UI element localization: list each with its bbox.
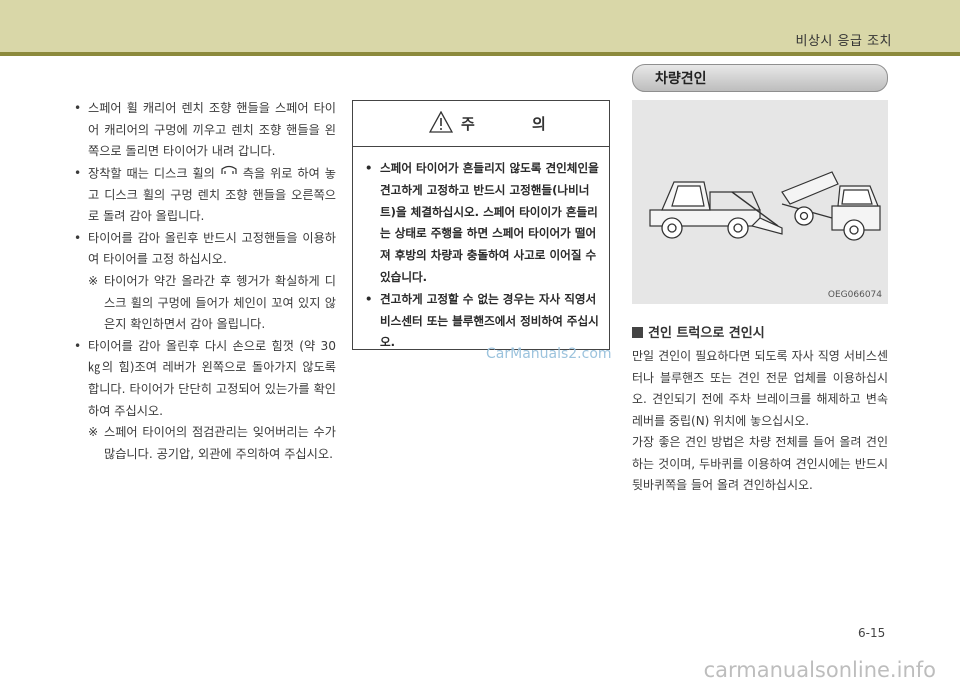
header-rule [0, 52, 960, 56]
tow-truck-illustration [649, 171, 881, 241]
bullet: • [365, 161, 373, 175]
left-column: • 스페어 휠 캐리어 렌치 조향 핸들을 스페어 타이어 캐리어의 구멍에 끼… [74, 98, 336, 465]
note-text: 스페어 타이어의 점검관리는 잊어버리는 수가 많습니다. 공기압, 외관에 주… [104, 425, 336, 461]
subsection-heading: 견인 트럭으로 견인시 [632, 322, 765, 341]
square-bullet-icon [632, 327, 643, 338]
tow-truck-figure: OEG066074 [632, 100, 888, 304]
caution-text: 견고하게 고정할 수 없는 경우는 자사 직영서비스센터 또는 블루핸즈에서 정… [380, 291, 599, 350]
bullet: • [74, 101, 82, 115]
instruction-item: • 타이어를 감아 올린후 반드시 고정핸들을 이용하여 타이어를 고정 하십시… [74, 228, 336, 271]
instruction-text: 스페어 휠 캐리어 렌치 조향 핸들을 스페어 타이어 캐리어의 구멍에 끼우고… [88, 101, 336, 159]
section-title: 차량견인 [655, 71, 707, 87]
bullet: • [74, 230, 82, 245]
wheel-arrow-icon [220, 163, 238, 185]
instruction-text: 타이어를 감아 올린후 다시 손으로 힘껏 (약 30㎏의 힘)조여 레버가 왼… [88, 338, 336, 418]
instruction-text: 타이어를 감아 올린후 반드시 고정핸들을 이용하여 타이어를 고정 하십시오. [88, 230, 336, 267]
caution-item: • 스페어 타이어가 흔들리지 않도록 견인체인을 견고하게 고정하고 반드시 … [365, 158, 601, 289]
note-item: ※ 스페어 타이어의 점검관리는 잊어버리는 수가 많습니다. 공기압, 외관에… [74, 422, 336, 465]
bullet: • [74, 165, 82, 180]
warning-triangle-icon [428, 110, 454, 137]
subsection-title: 견인 트럭으로 견인시 [648, 326, 765, 341]
watermark-bottom[interactable]: carmanualsonline.info [704, 658, 936, 682]
note-item: ※ 타이어가 약간 올라간 후 헹거가 확실하게 디스크 휠의 구멍에 들어가 … [74, 271, 336, 336]
bullet: • [74, 338, 82, 353]
instruction-item: • 스페어 휠 캐리어 렌치 조향 핸들을 스페어 타이어 캐리어의 구멍에 끼… [74, 98, 336, 163]
bullet: • [365, 291, 373, 306]
instruction-text: 장착할 때는 디스크 휠의 [88, 166, 215, 181]
note-text: 타이어가 약간 올라간 후 헹거가 확실하게 디스크 휠의 구멍에 들어가 체인… [104, 274, 336, 332]
instruction-item: • 타이어를 감아 올린후 다시 손으로 힘껏 (약 30㎏의 힘)조여 레버가… [74, 336, 336, 422]
paragraph: 가장 좋은 견인 방법은 차량 전체를 들어 올려 견인하는 것이며, 두바퀴를… [632, 435, 888, 492]
caution-body: • 스페어 타이어가 흔들리지 않도록 견인체인을 견고하게 고정하고 반드시 … [353, 147, 609, 354]
watermark-top[interactable]: CarManuals2.com [486, 346, 612, 362]
paragraph: 만일 견인이 필요하다면 되도록 자사 직영 서비스센터나 블루핸즈 또는 견인… [632, 349, 888, 428]
note-mark: ※ [88, 425, 99, 440]
instruction-item: • 장착할 때는 디스크 휠의 측을 위로 하여 놓고 디스크 휠의 구멍 렌치… [74, 163, 336, 228]
caution-title: 주 의 [461, 115, 572, 133]
caution-box: 주 의 • 스페어 타이어가 흔들리지 않도록 견인체인을 견고하게 고정하고 … [352, 100, 610, 350]
towing-text: 만일 견인이 필요하다면 되도록 자사 직영 서비스센터나 블루핸즈 또는 견인… [632, 346, 888, 497]
figure-caption: OEG066074 [827, 290, 882, 300]
section-header: 차량견인 [632, 64, 888, 92]
page-number: 6-15 [858, 626, 886, 640]
chapter-title: 비상시 응급 조치 [795, 34, 892, 49]
caution-item: • 견고하게 고정할 수 없는 경우는 자사 직영서비스센터 또는 블루핸즈에서… [365, 289, 601, 354]
note-mark: ※ [88, 274, 99, 289]
caution-header: 주 의 [353, 101, 609, 147]
caution-text: 스페어 타이어가 흔들리지 않도록 견인체인을 견고하게 고정하고 반드시 고정… [380, 161, 599, 284]
